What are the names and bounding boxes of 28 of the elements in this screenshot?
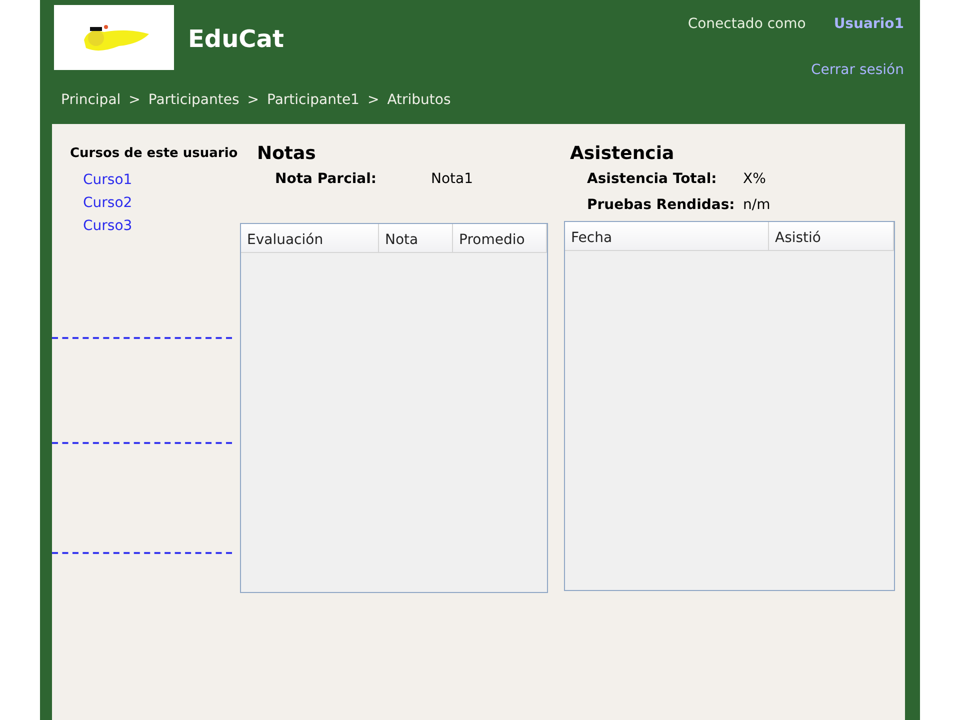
breadcrumb-separator: >	[247, 90, 259, 110]
field-value: Nota1	[431, 170, 474, 189]
course-link[interactable]: Curso1	[83, 170, 240, 190]
column-header[interactable]: Evaluación	[241, 224, 379, 252]
column-header[interactable]: Fecha	[565, 222, 769, 250]
app-title: EduCat	[188, 24, 284, 55]
course-link[interactable]: Curso3	[83, 216, 240, 236]
field-label: Nota Parcial:	[275, 170, 378, 189]
field-label: Pruebas Rendidas:	[587, 196, 736, 215]
courses-title: Cursos de este usuario	[70, 145, 239, 163]
connected-label: Conectado como	[688, 15, 806, 34]
logout-link[interactable]: Cerrar sesión	[811, 60, 904, 81]
breadcrumb-link[interactable]: Atributos	[387, 90, 451, 110]
column-header[interactable]: Promedio	[453, 224, 547, 252]
breadcrumb-link[interactable]: Principal	[61, 90, 121, 110]
breadcrumb-separator: >	[367, 90, 380, 110]
course-link[interactable]: Curso2	[83, 192, 240, 214]
breadcrumb-separator: >	[128, 90, 140, 110]
field-value: X%	[743, 170, 766, 189]
breadcrumb-link[interactable]: Participantes	[148, 90, 240, 110]
field-label: Asistencia Total:	[587, 170, 718, 189]
user-link[interactable]: Usuario1	[834, 14, 904, 35]
section-title: Notas	[257, 142, 317, 166]
field-value: n/m	[743, 196, 770, 215]
column-header[interactable]: Asistió	[769, 222, 894, 250]
column-header[interactable]: Nota	[379, 224, 453, 252]
breadcrumb-link[interactable]: Participante1	[267, 90, 360, 110]
section-title: Asistencia	[570, 142, 676, 166]
